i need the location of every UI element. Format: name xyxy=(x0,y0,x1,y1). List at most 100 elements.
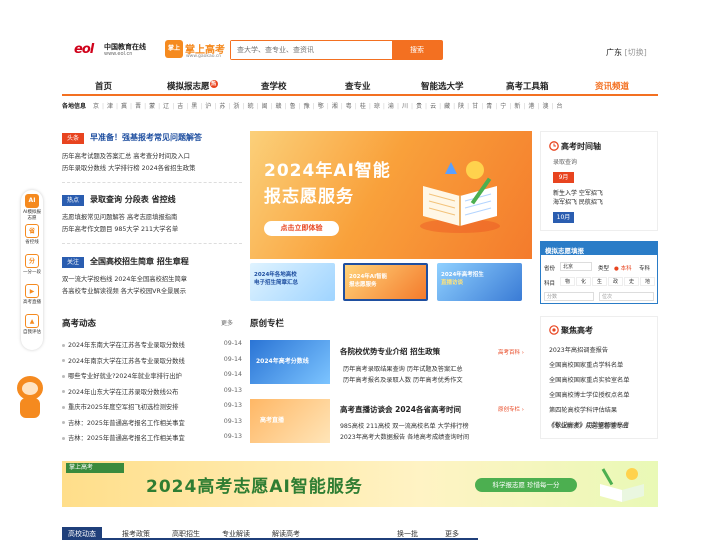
gaokao-logo[interactable]: 掌上 掌上高考 www.gaokao.cn xyxy=(165,40,225,62)
province-link[interactable]: 粤 xyxy=(346,103,352,110)
focus-item[interactable]: 全国高校国家重点实验室名单 xyxy=(549,375,629,384)
nav-mock-application[interactable]: 模拟报志愿热 xyxy=(167,80,218,92)
float-live[interactable]: ▶ 高考直播 xyxy=(22,284,42,305)
headline-sub-links[interactable]: 历年录取分数线 大学排行榜 2024各省招生政策 xyxy=(62,163,195,172)
nav-majors[interactable]: 查专业 xyxy=(345,80,371,92)
province-link[interactable]: 皖 xyxy=(247,103,253,110)
province-link[interactable]: 琼 xyxy=(374,103,380,110)
news-row[interactable]: 2024年山东大学在江苏录取分数线公布 09-13 xyxy=(62,387,242,396)
news-row[interactable]: 2024年东南大学在江苏各专业录取分数线 09-14 xyxy=(62,340,242,349)
news-more-link[interactable]: 更多 xyxy=(221,318,233,327)
original-item-links[interactable]: 历年高考报名及录取人数 历年高考优秀作文 xyxy=(343,375,463,384)
headline-sub-links[interactable]: 历年高考试题及答案汇总 高考查分时间及入口 xyxy=(62,151,190,160)
nav-smart-select[interactable]: 智能选大学 xyxy=(421,80,464,92)
ai-service-banner[interactable]: 2024年AI智能 报志愿服务 点击立即体验 xyxy=(250,131,532,259)
type-radio-undergrad[interactable]: ● 本科 xyxy=(614,264,632,272)
province-link[interactable]: 豫 xyxy=(304,103,310,110)
headline-title[interactable]: 早准备！强基报考常见问题解答 xyxy=(90,132,202,143)
focus-item[interactable]: 全国高校国家重点学科名单 xyxy=(549,360,623,369)
nav-news-channel[interactable]: 资讯频道 xyxy=(595,80,629,92)
news-row[interactable]: 吉林：2025年普通高考报名工作相关事宜 09-13 xyxy=(62,418,242,427)
news-row[interactable]: 吉林：2025年普通高考报名工作相关事宜 09-13 xyxy=(62,433,242,442)
hot-sub-links[interactable]: 历年高考作文题目 985大学 211大学名单 xyxy=(62,224,178,233)
float-control-line[interactable]: 省省控线 xyxy=(22,224,42,245)
ai-service-wide-banner[interactable]: 掌上高考 2024高考志愿AI智能服务 科学报志愿 珍惜每一分 xyxy=(62,461,658,507)
focus-sub-links[interactable]: 各高校专业解读视频 各大学校园VR全景展示 xyxy=(62,286,186,295)
thumb-brochures[interactable]: 2024年各地高校 电子招生简章汇总 xyxy=(250,263,335,301)
subject-history[interactable]: 史 xyxy=(624,277,639,286)
province-link[interactable]: 青 xyxy=(486,103,492,110)
hot-title[interactable]: 录取查询 分段表 省控线 xyxy=(90,194,176,205)
original-item-title[interactable]: 高考直播访谈会 2024各省高考时间 xyxy=(340,404,461,415)
news-row[interactable]: 重庆市2025年度空军招飞初选检测安排 09-13 xyxy=(62,402,242,411)
subject-politics[interactable]: 政 xyxy=(608,277,623,286)
focus-title[interactable]: 全国高校招生简章 招生章程 xyxy=(90,256,189,267)
subject-physics[interactable]: 物 xyxy=(560,277,575,286)
original-item-title[interactable]: 各院校优势专业介绍 招生政策 xyxy=(340,346,440,357)
tab-school-news[interactable]: 高校动态 xyxy=(62,527,102,540)
province-link[interactable]: 鄂 xyxy=(318,103,324,110)
province-link[interactable]: 冀 xyxy=(121,103,127,110)
focus-item[interactable]: 全国高校博士学位授权点名单 xyxy=(549,390,629,399)
float-ai-mock[interactable]: AI AI模拟报志愿 xyxy=(22,194,42,221)
nav-schools[interactable]: 查学校 xyxy=(261,80,287,92)
timeline-item[interactable]: 新生入学 空军招飞 xyxy=(553,188,603,197)
float-score-segment[interactable]: 分一分一段 xyxy=(22,254,42,275)
tab-interpret[interactable]: 解读高考 xyxy=(272,529,300,539)
rank-input[interactable]: 位次 xyxy=(599,292,654,301)
tab-policy[interactable]: 报考政策 xyxy=(122,529,150,539)
news-row[interactable]: 2024年南京大学在江苏各专业录取分数线 09-14 xyxy=(62,356,242,365)
original-image-2[interactable]: 高考直播 xyxy=(250,399,330,443)
float-self-assess[interactable]: ▲ 自我评估 xyxy=(22,314,42,335)
province-link[interactable]: 台 xyxy=(556,103,562,110)
timeline-item[interactable]: 海军招飞 民航招飞 xyxy=(553,197,603,206)
province-link[interactable]: 浙 xyxy=(233,103,239,110)
nav-home[interactable]: 首页 xyxy=(95,80,112,92)
province-select[interactable]: 北京 xyxy=(560,262,592,271)
tabs-more-link[interactable]: 更多 xyxy=(445,529,459,539)
original-item-links[interactable]: 历年高考录取结果查询 历年试题及答案汇总 xyxy=(343,364,463,373)
subject-chemistry[interactable]: 化 xyxy=(576,277,591,286)
location-switch-link[interactable]: [切换] xyxy=(625,48,647,57)
province-link[interactable]: 闽 xyxy=(262,103,268,110)
original-image-1[interactable]: 2024年高考分数线 xyxy=(250,340,330,384)
province-link[interactable]: 京 xyxy=(93,103,99,110)
search-input[interactable] xyxy=(231,41,393,59)
province-link[interactable]: 辽 xyxy=(163,103,169,110)
subject-biology[interactable]: 生 xyxy=(592,277,607,286)
mascot-icon[interactable] xyxy=(13,376,47,420)
province-link[interactable]: 澳 xyxy=(542,103,548,110)
province-link[interactable]: 桂 xyxy=(360,103,366,110)
tab-vocational[interactable]: 高职招生 xyxy=(172,529,200,539)
thumb-ai-service[interactable]: 2024年AI智能 报志愿服务 xyxy=(343,263,428,301)
refresh-link[interactable]: 换一批 xyxy=(397,529,418,539)
province-link[interactable]: 川 xyxy=(402,103,408,110)
type-radio-college[interactable]: 专科 xyxy=(639,264,650,272)
hot-sub-links[interactable]: 志愿填报常见问题解答 高考志愿填报指南 xyxy=(62,212,177,221)
focus-item[interactable]: 2023年高招调查报告 xyxy=(549,345,608,354)
province-link[interactable]: 港 xyxy=(528,103,534,110)
province-link[interactable]: 湘 xyxy=(332,103,338,110)
province-link[interactable]: 晋 xyxy=(135,103,141,110)
province-link[interactable]: 赣 xyxy=(276,103,282,110)
province-link[interactable]: 渝 xyxy=(388,103,394,110)
focus-item[interactable]: 第四轮高校学科评估结果 xyxy=(549,405,617,414)
province-link[interactable]: 黑 xyxy=(191,103,197,110)
news-row[interactable]: 哪些专业好就业?2024年就业率排行出炉 09-14 xyxy=(62,371,242,380)
original-item-tag[interactable]: 原创专栏 › xyxy=(498,405,524,413)
province-link[interactable]: 新 xyxy=(514,103,520,110)
search-button[interactable]: 搜索 xyxy=(392,41,442,59)
banner-cta-button[interactable]: 点击立即体验 xyxy=(264,221,339,236)
original-item-links[interactable]: 2023年高考大数据报告 各地高考成绩查询时间 xyxy=(340,432,469,441)
nav-toolbox[interactable]: 高考工具箱 xyxy=(506,80,549,92)
province-link[interactable]: 鲁 xyxy=(290,103,296,110)
province-link[interactable]: 蒙 xyxy=(149,103,155,110)
thumb-live[interactable]: 2024年高考招生 直播访谈 xyxy=(437,263,522,301)
province-link[interactable]: 苏 xyxy=(219,103,225,110)
province-link[interactable]: 陕 xyxy=(458,103,464,110)
province-link[interactable]: 甘 xyxy=(472,103,478,110)
score-input[interactable]: 分数 xyxy=(544,292,594,301)
original-item-links[interactable]: 985高校 211高校 双一流高校名单 大学排行榜 xyxy=(340,421,469,430)
province-link[interactable]: 贵 xyxy=(416,103,422,110)
province-link[interactable]: 吉 xyxy=(177,103,183,110)
